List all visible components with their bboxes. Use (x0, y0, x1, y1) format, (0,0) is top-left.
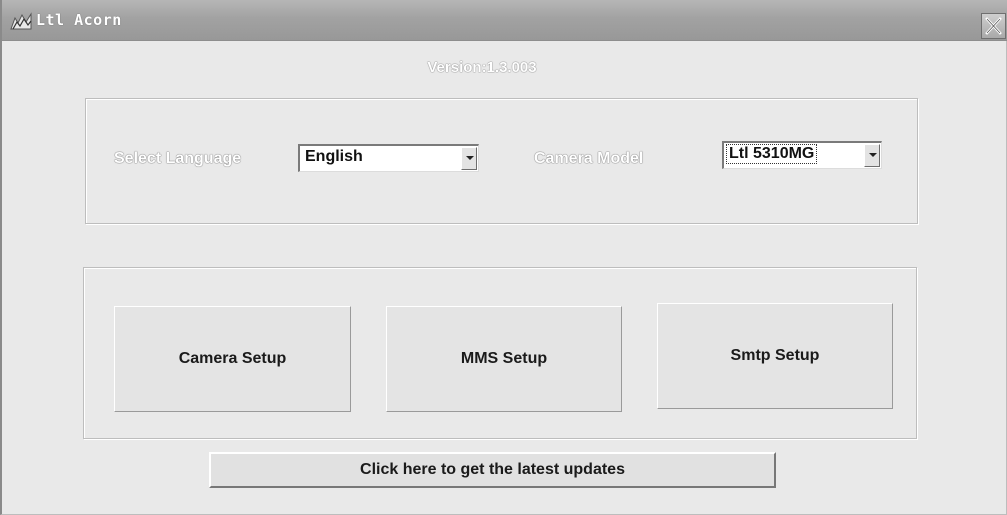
language-select[interactable]: English (298, 144, 479, 172)
language-select-value: English (305, 148, 363, 165)
close-icon (982, 14, 1005, 38)
camera-model-select-value: Ltl 5310MG (726, 144, 818, 164)
language-label: Select Language (114, 150, 242, 167)
chevron-down-icon[interactable] (864, 144, 880, 167)
camera-setup-button[interactable]: Camera Setup (114, 306, 351, 412)
smtp-setup-button[interactable]: Smtp Setup (657, 303, 893, 409)
camera-model-label: Camera Model (534, 150, 644, 167)
version-label: Version:1.3.003 (427, 59, 537, 76)
main-window: Ltl Acorn Version:1.3.003 Select Languag… (0, 0, 1007, 515)
get-updates-button[interactable]: Click here to get the latest updates (209, 452, 776, 488)
title-bar[interactable]: Ltl Acorn (2, 0, 1007, 41)
mms-setup-button[interactable]: MMS Setup (386, 306, 622, 412)
window-title: Ltl Acorn (36, 11, 122, 29)
close-button[interactable] (981, 13, 1006, 39)
camera-model-select[interactable]: Ltl 5310MG (722, 141, 882, 169)
chevron-down-icon[interactable] (461, 147, 477, 170)
app-logo-icon (10, 12, 32, 30)
